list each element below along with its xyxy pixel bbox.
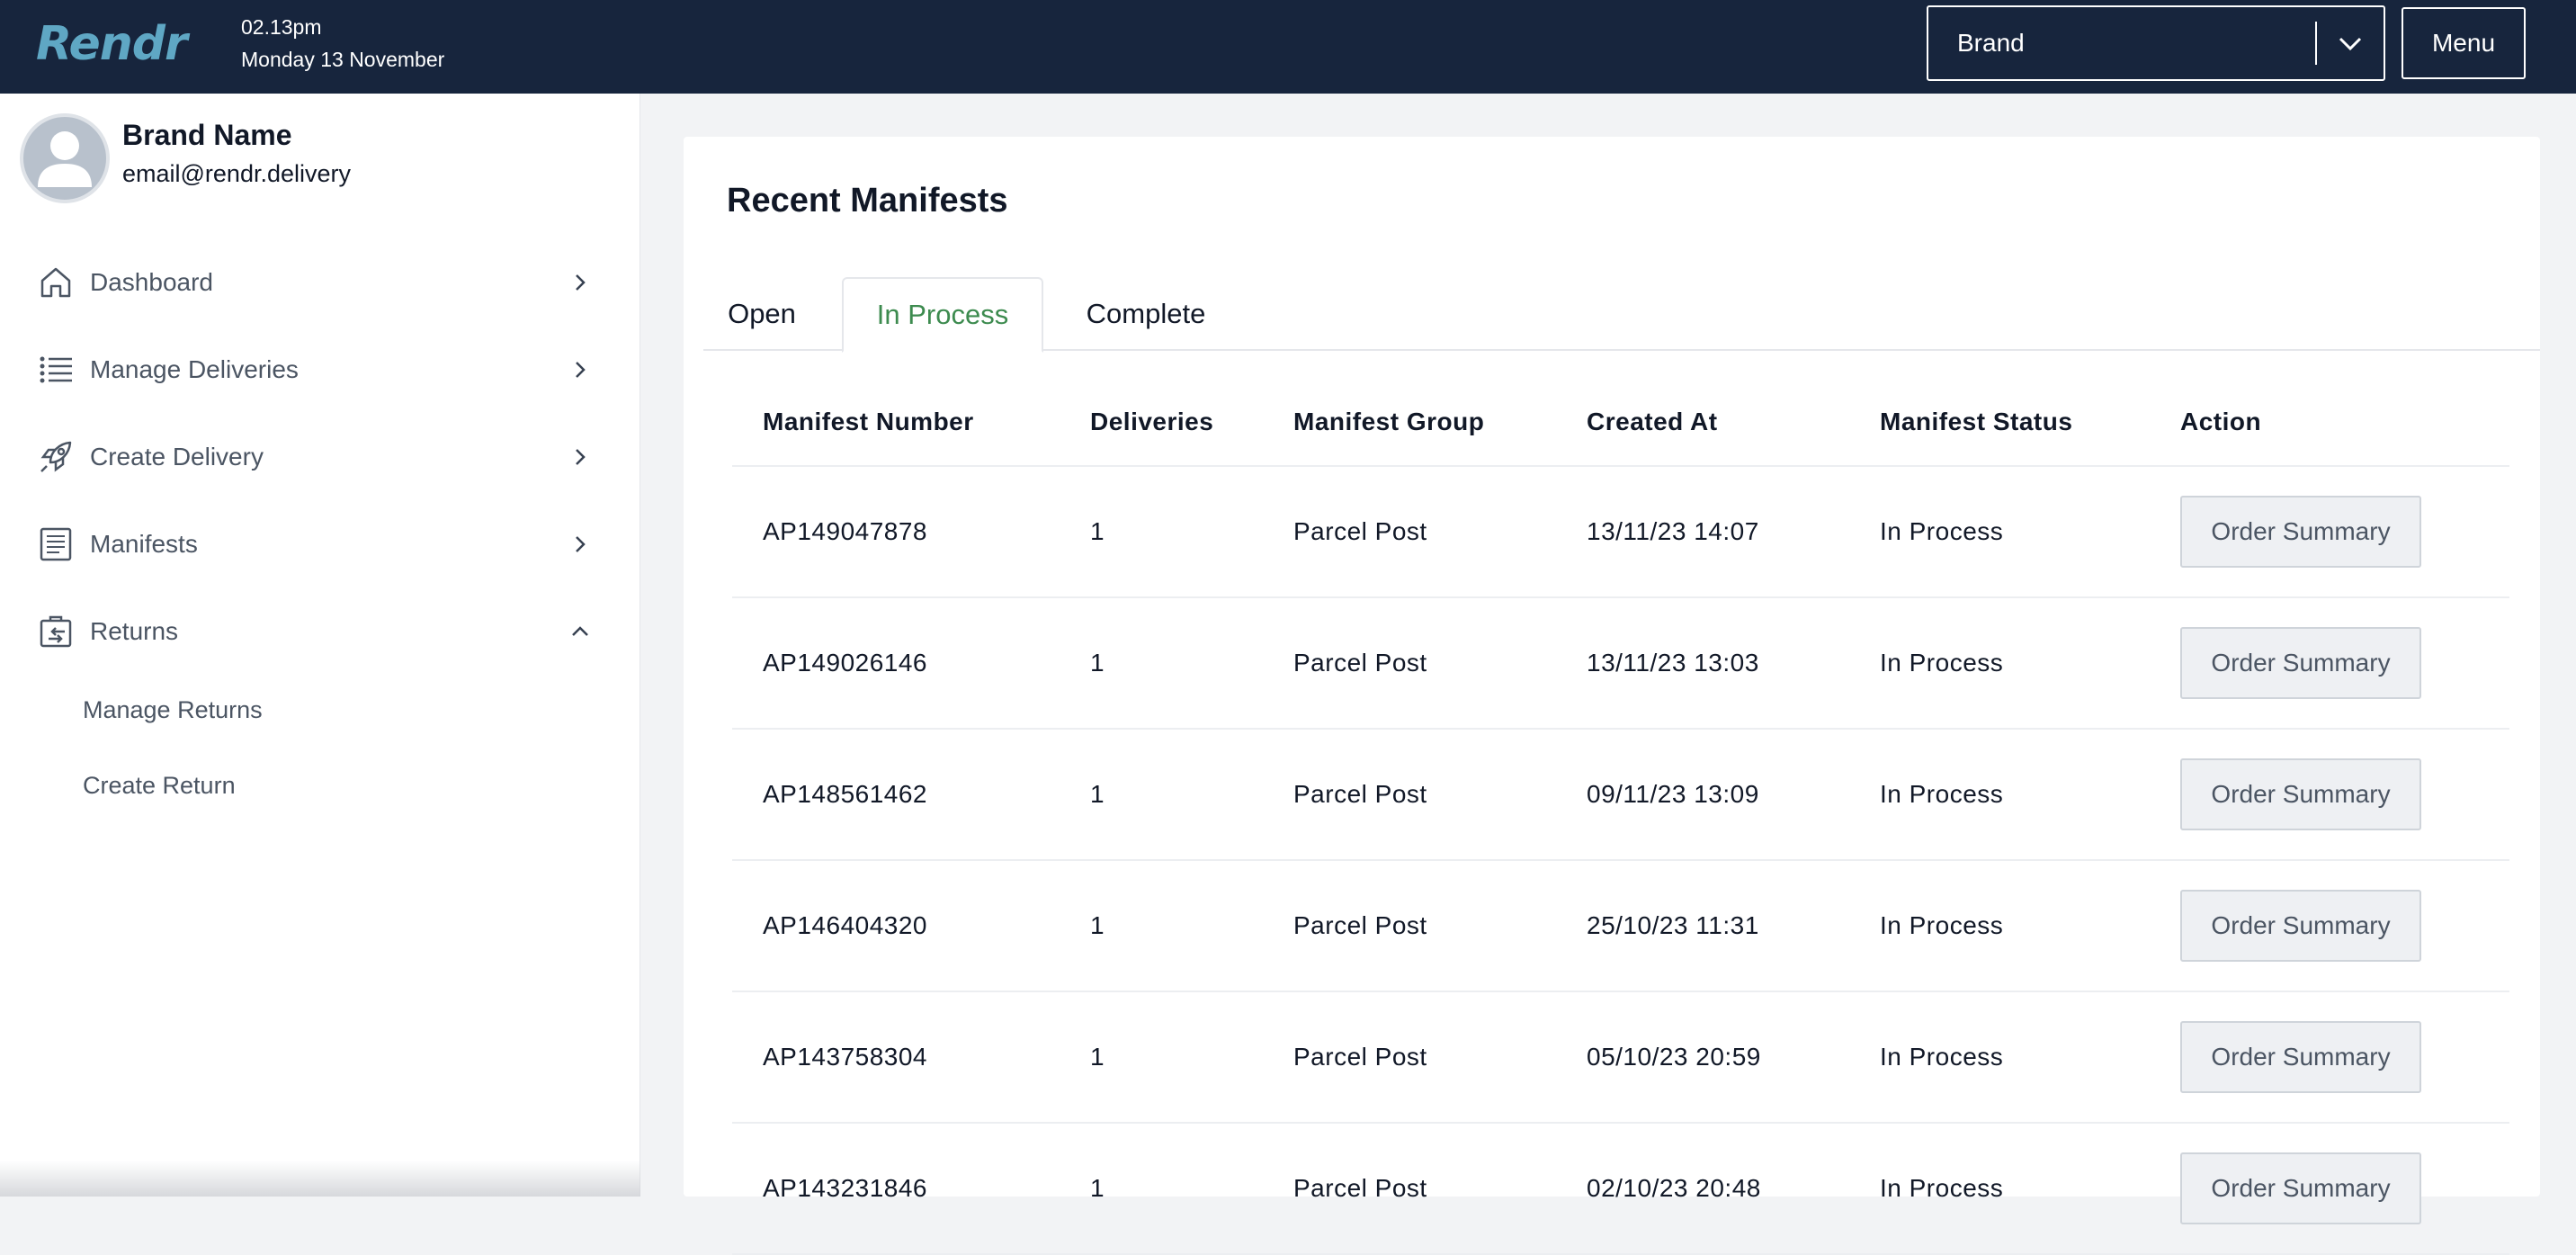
action-cell: Order Summary bbox=[2150, 597, 2509, 730]
profile-email: email@rendr.delivery bbox=[122, 160, 352, 187]
action-cell: Order Summary bbox=[2150, 860, 2509, 992]
manifests-table: Manifest Number Deliveries Manifest Grou… bbox=[732, 378, 2509, 1255]
manifest-status: In Process bbox=[1849, 860, 2150, 992]
rocket-icon bbox=[36, 437, 76, 477]
current-date: Monday 13 November bbox=[241, 48, 445, 71]
action-cell: Order Summary bbox=[2150, 1123, 2509, 1255]
deliveries-count: 1 bbox=[1060, 466, 1263, 598]
created-at: 05/10/23 20:59 bbox=[1556, 991, 1849, 1124]
column-header[interactable]: Manifest Group bbox=[1263, 378, 1556, 467]
table-row: AP143758304 1 Parcel Post 05/10/23 20:59… bbox=[732, 991, 2509, 1124]
manifest-number: AP146404320 bbox=[732, 860, 1060, 992]
manifest-group: Parcel Post bbox=[1263, 597, 1556, 730]
rendr-logo[interactable]: Rendr bbox=[36, 13, 188, 76]
action-cell: Order Summary bbox=[2150, 729, 2509, 861]
returns-icon bbox=[36, 612, 76, 651]
table-header-row: Manifest Number Deliveries Manifest Grou… bbox=[732, 378, 2509, 467]
order-summary-button[interactable]: Order Summary bbox=[2180, 627, 2421, 699]
list-icon bbox=[36, 350, 76, 390]
table-row: AP148561462 1 Parcel Post 09/11/23 13:09… bbox=[732, 729, 2509, 861]
current-time: 02.13pm bbox=[241, 15, 322, 39]
deliveries-count: 1 bbox=[1060, 860, 1263, 992]
manifest-icon bbox=[36, 524, 76, 564]
sidebar-subitem-manage-returns[interactable]: Manage Returns bbox=[83, 696, 263, 724]
order-summary-button[interactable]: Order Summary bbox=[2180, 890, 2421, 962]
chevron-up-icon bbox=[567, 625, 594, 638]
created-at: 02/10/23 20:48 bbox=[1556, 1123, 1849, 1255]
deliveries-count: 1 bbox=[1060, 991, 1263, 1124]
page-title: Recent Manifests bbox=[727, 182, 1008, 220]
table-row: AP146404320 1 Parcel Post 25/10/23 11:31… bbox=[732, 860, 2509, 992]
deliveries-count: 1 bbox=[1060, 597, 1263, 730]
created-at: 09/11/23 13:09 bbox=[1556, 729, 1849, 861]
created-at: 13/11/23 14:07 bbox=[1556, 466, 1849, 598]
table-row: AP143231846 1 Parcel Post 02/10/23 20:48… bbox=[732, 1123, 2509, 1255]
order-summary-button[interactable]: Order Summary bbox=[2180, 758, 2421, 830]
chevron-down-icon bbox=[2317, 35, 2384, 51]
manifest-group: Parcel Post bbox=[1263, 466, 1556, 598]
sidebar-item-returns[interactable]: Returns bbox=[36, 605, 594, 659]
manifest-number: AP143231846 bbox=[732, 1123, 1060, 1255]
recent-manifests-card: Recent Manifests Open In Process Complet… bbox=[684, 137, 2540, 1255]
action-cell: Order Summary bbox=[2150, 466, 2509, 598]
manifest-status: In Process bbox=[1849, 597, 2150, 730]
sidebar-item-label: Manage Deliveries bbox=[90, 355, 299, 383]
manifest-number: AP149026146 bbox=[732, 597, 1060, 730]
sidebar-item-label: Manifests bbox=[90, 530, 198, 558]
order-summary-button[interactable]: Order Summary bbox=[2180, 1021, 2421, 1093]
column-header[interactable]: Deliveries bbox=[1060, 378, 1263, 467]
column-header[interactable]: Manifest Number bbox=[732, 378, 1060, 467]
chevron-right-icon bbox=[567, 360, 594, 380]
brand-select[interactable]: Brand bbox=[1927, 5, 2385, 81]
created-at: 25/10/23 11:31 bbox=[1556, 860, 1849, 992]
sidebar-item-manage-deliveries[interactable]: Manage Deliveries bbox=[36, 343, 594, 397]
brand-select-value: Brand bbox=[1957, 29, 2025, 57]
chevron-right-icon bbox=[567, 273, 594, 292]
avatar[interactable] bbox=[20, 113, 110, 203]
manifest-group: Parcel Post bbox=[1263, 729, 1556, 861]
manifest-status: In Process bbox=[1849, 729, 2150, 861]
top-bar: Rendr 02.13pm Monday 13 November Brand M… bbox=[0, 0, 2576, 94]
sidebar-item-manifests[interactable]: Manifests bbox=[36, 517, 594, 571]
column-header[interactable]: Manifest Status bbox=[1849, 378, 2150, 467]
table-row: AP149047878 1 Parcel Post 13/11/23 14:07… bbox=[732, 466, 2509, 598]
created-at: 13/11/23 13:03 bbox=[1556, 597, 1849, 730]
manifest-number: AP149047878 bbox=[732, 466, 1060, 598]
manifest-status: In Process bbox=[1849, 991, 2150, 1124]
manifest-status: In Process bbox=[1849, 466, 2150, 598]
sidebar-item-label: Dashboard bbox=[90, 268, 213, 296]
tab-complete[interactable]: Complete bbox=[1063, 277, 1229, 351]
order-summary-button[interactable]: Order Summary bbox=[2180, 496, 2421, 568]
profile-name: Brand Name bbox=[122, 119, 292, 151]
sidebar-bottom-shade bbox=[0, 1161, 640, 1197]
chevron-right-icon bbox=[567, 447, 594, 467]
chevron-right-icon bbox=[567, 534, 594, 554]
manifest-tabs: Open In Process Complete bbox=[703, 277, 2540, 353]
sidebar-item-create-delivery[interactable]: Create Delivery bbox=[36, 430, 594, 484]
menu-button[interactable]: Menu bbox=[2402, 7, 2526, 79]
sidebar-item-label: Create Delivery bbox=[90, 443, 264, 471]
tab-open[interactable]: Open bbox=[711, 277, 813, 351]
column-header: Action bbox=[2150, 378, 2509, 467]
home-icon bbox=[36, 263, 76, 302]
sidebar-item-label: Returns bbox=[90, 617, 179, 645]
order-summary-button[interactable]: Order Summary bbox=[2180, 1152, 2421, 1224]
deliveries-count: 1 bbox=[1060, 1123, 1263, 1255]
sidebar: Brand Name email@rendr.delivery Dashboar… bbox=[0, 94, 640, 1197]
sidebar-subitem-create-return[interactable]: Create Return bbox=[83, 772, 236, 800]
manifest-status: In Process bbox=[1849, 1123, 2150, 1255]
manifest-group: Parcel Post bbox=[1263, 860, 1556, 992]
tab-in-process[interactable]: In Process bbox=[842, 277, 1043, 353]
manifest-group: Parcel Post bbox=[1263, 991, 1556, 1124]
action-cell: Order Summary bbox=[2150, 991, 2509, 1124]
table-row: AP149026146 1 Parcel Post 13/11/23 13:03… bbox=[732, 597, 2509, 730]
date-time: 02.13pm Monday 13 November bbox=[241, 11, 444, 76]
deliveries-count: 1 bbox=[1060, 729, 1263, 861]
column-header[interactable]: Created At bbox=[1556, 378, 1849, 467]
sidebar-item-dashboard[interactable]: Dashboard bbox=[36, 255, 594, 309]
manifest-number: AP148561462 bbox=[732, 729, 1060, 861]
manifest-group: Parcel Post bbox=[1263, 1123, 1556, 1255]
manifest-number: AP143758304 bbox=[732, 991, 1060, 1124]
